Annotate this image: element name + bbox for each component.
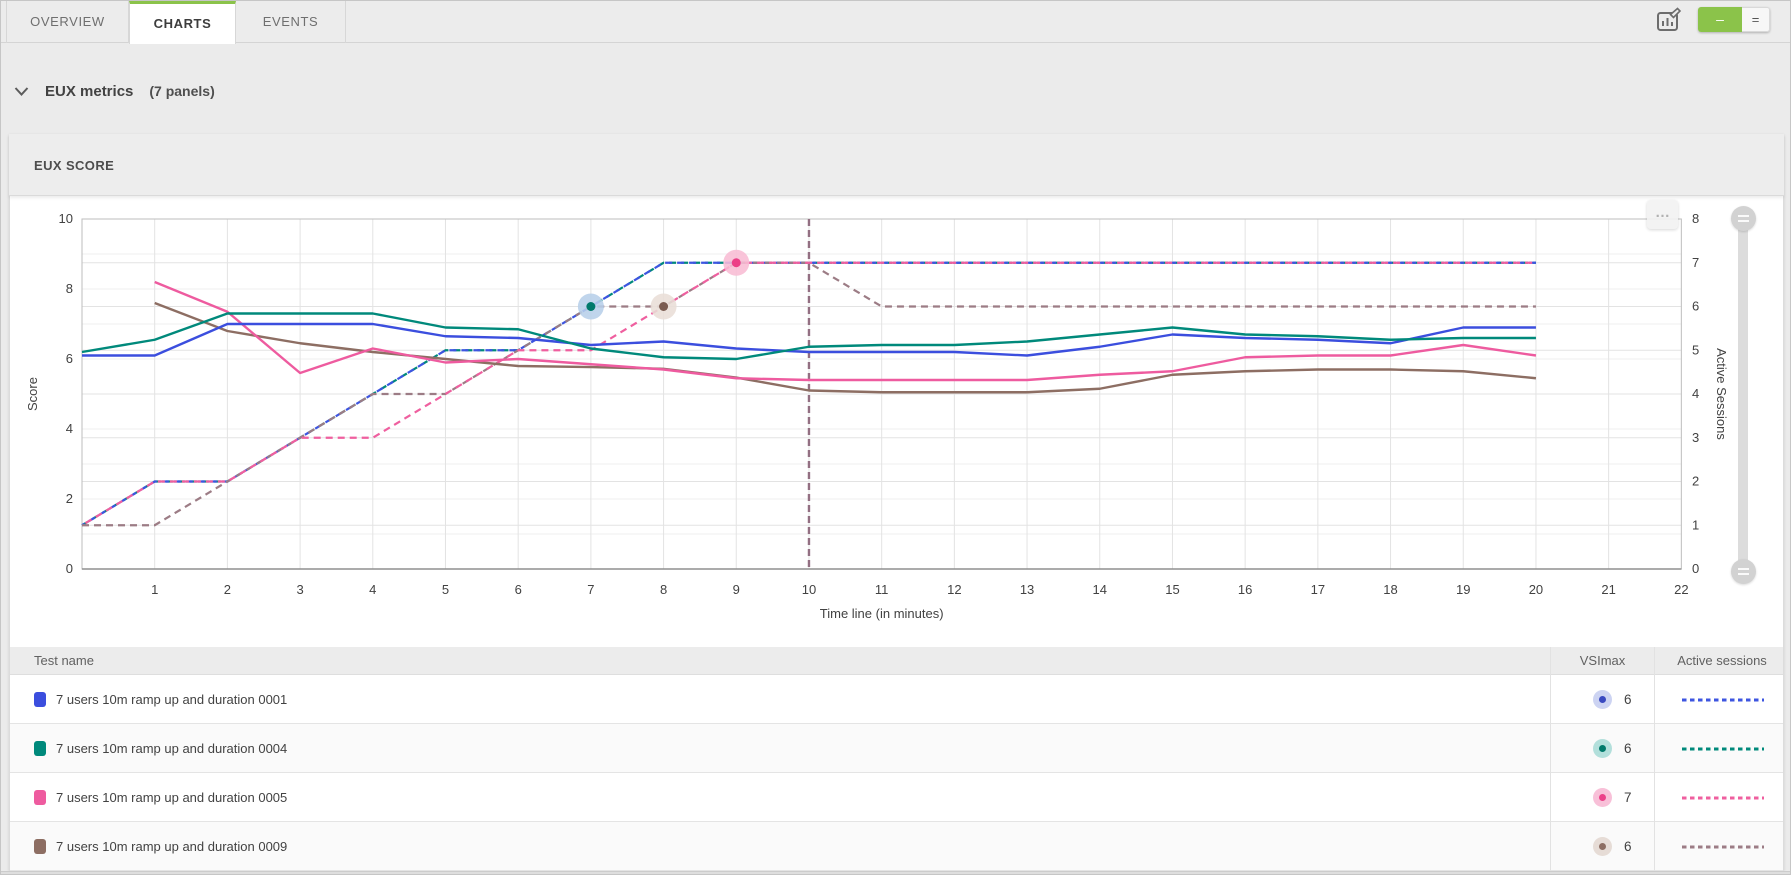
legend-table-body: 7 users 10m ramp up and duration 000167 … <box>10 675 1783 871</box>
svg-text:3: 3 <box>1692 430 1699 445</box>
left-axis-title: Score <box>25 377 40 411</box>
series-color-chip <box>34 692 46 707</box>
eux-score-chart[interactable]: 1234567891011121314151617181920212202468… <box>1 198 1791 643</box>
vsimax-value: 6 <box>1624 692 1632 707</box>
svg-text:22: 22 <box>1674 582 1688 597</box>
table-row[interactable]: 7 users 10m ramp up and duration 0004 6 <box>10 724 1783 773</box>
column-divider <box>1550 647 1551 871</box>
column-divider <box>1654 647 1655 871</box>
edit-chart-icon[interactable] <box>1655 7 1682 39</box>
svg-text:8: 8 <box>660 582 667 597</box>
svg-text:21: 21 <box>1601 582 1615 597</box>
svg-text:2: 2 <box>66 491 73 506</box>
vsimax-marker-dot-0 <box>586 302 595 311</box>
table-row[interactable]: 7 users 10m ramp up and duration 0005 7 <box>10 773 1783 822</box>
score-line-2 <box>155 282 1536 380</box>
column-header-test-name: Test name <box>34 647 94 675</box>
tab-charts[interactable]: CHARTS <box>129 1 236 44</box>
table-row[interactable]: 7 users 10m ramp up and duration 0009 6 <box>10 822 1783 871</box>
section-title: EUX metrics <box>45 83 133 100</box>
table-row[interactable]: 7 users 10m ramp up and duration 0001 6 <box>10 675 1783 724</box>
column-header-vsimax: VSImax <box>1551 647 1654 675</box>
svg-text:14: 14 <box>1093 582 1107 597</box>
test-name: 7 users 10m ramp up and duration 0001 <box>56 692 287 707</box>
test-name: 7 users 10m ramp up and duration 0009 <box>56 839 287 854</box>
chevron-down-icon[interactable] <box>14 87 29 96</box>
vsimax-value: 7 <box>1624 790 1632 805</box>
test-name: 7 users 10m ramp up and duration 0004 <box>56 741 287 756</box>
sessions-range-slider-track[interactable] <box>1738 219 1748 571</box>
svg-text:11: 11 <box>875 582 889 597</box>
svg-text:4: 4 <box>369 582 376 597</box>
svg-text:8: 8 <box>66 281 73 296</box>
svg-text:0: 0 <box>66 561 73 576</box>
active-sessions-line-sample <box>1682 697 1764 703</box>
sessions-slider-handle-bottom[interactable] <box>1731 559 1756 584</box>
svg-text:4: 4 <box>1692 386 1699 401</box>
vsimax-value: 6 <box>1624 741 1632 756</box>
svg-text:3: 3 <box>296 582 303 597</box>
svg-text:12: 12 <box>947 582 961 597</box>
svg-text:10: 10 <box>802 582 816 597</box>
svg-text:15: 15 <box>1165 582 1179 597</box>
svg-text:5: 5 <box>1692 342 1699 357</box>
vsimax-marker-icon <box>1593 690 1612 709</box>
x-axis-title: Time line (in minutes) <box>820 606 944 621</box>
column-header-active-sessions: Active sessions <box>1654 647 1790 675</box>
svg-text:8: 8 <box>1692 211 1699 226</box>
section-panels-count: (7 panels) <box>149 83 214 99</box>
vsimax-marker-icon <box>1593 739 1612 758</box>
vsimax-marker-dot-2 <box>732 258 741 267</box>
vsimax-value: 6 <box>1624 839 1632 854</box>
svg-text:1: 1 <box>151 582 158 597</box>
svg-text:6: 6 <box>515 582 522 597</box>
chart-more-button[interactable]: … <box>1647 200 1678 229</box>
test-name: 7 users 10m ramp up and duration 0005 <box>56 790 287 805</box>
panel-title: EUX SCORE <box>34 158 114 173</box>
svg-text:20: 20 <box>1529 582 1543 597</box>
layout-toggle: – = <box>1698 7 1770 32</box>
svg-text:9: 9 <box>733 582 740 597</box>
svg-text:0: 0 <box>1692 561 1699 576</box>
active-sessions-line-sample <box>1682 795 1764 801</box>
sessions-slider-handle-top[interactable] <box>1731 206 1756 231</box>
svg-text:19: 19 <box>1456 582 1470 597</box>
vsimax-marker-dot-1 <box>659 302 668 311</box>
section-header: EUX metrics (7 panels) <box>14 79 215 103</box>
series-color-chip <box>34 839 46 854</box>
svg-text:17: 17 <box>1311 582 1325 597</box>
page: OVERVIEW CHARTS EVENTS – = EUX metrics (… <box>0 0 1791 875</box>
tab-events[interactable]: EVENTS <box>236 1 346 43</box>
svg-text:10: 10 <box>59 211 73 226</box>
svg-text:13: 13 <box>1020 582 1034 597</box>
vsimax-marker-icon <box>1593 788 1612 807</box>
svg-text:7: 7 <box>587 582 594 597</box>
active-sessions-line-sample <box>1682 746 1764 752</box>
single-column-view-button[interactable]: – <box>1698 7 1742 32</box>
bottom-edge <box>1 871 1791 875</box>
vsimax-marker-icon <box>1593 837 1612 856</box>
series-color-chip <box>34 790 46 805</box>
tab-bar: OVERVIEW CHARTS EVENTS – = <box>1 1 1791 43</box>
series-color-chip <box>34 741 46 756</box>
svg-text:6: 6 <box>66 351 73 366</box>
split-view-button[interactable]: = <box>1742 7 1770 32</box>
svg-text:4: 4 <box>66 421 73 436</box>
panel-header: EUX SCORE <box>9 134 1784 196</box>
svg-text:2: 2 <box>224 582 231 597</box>
active-sessions-line-sample <box>1682 844 1764 850</box>
svg-text:16: 16 <box>1238 582 1252 597</box>
svg-text:6: 6 <box>1692 299 1699 314</box>
svg-text:1: 1 <box>1692 517 1699 532</box>
tab-overview[interactable]: OVERVIEW <box>6 1 129 43</box>
svg-text:18: 18 <box>1383 582 1397 597</box>
legend-table-header: Test name VSImax Active sessions <box>10 647 1783 675</box>
svg-text:5: 5 <box>442 582 449 597</box>
right-axis-title: Active Sessions <box>1714 348 1729 440</box>
svg-text:2: 2 <box>1692 474 1699 489</box>
svg-text:7: 7 <box>1692 255 1699 270</box>
